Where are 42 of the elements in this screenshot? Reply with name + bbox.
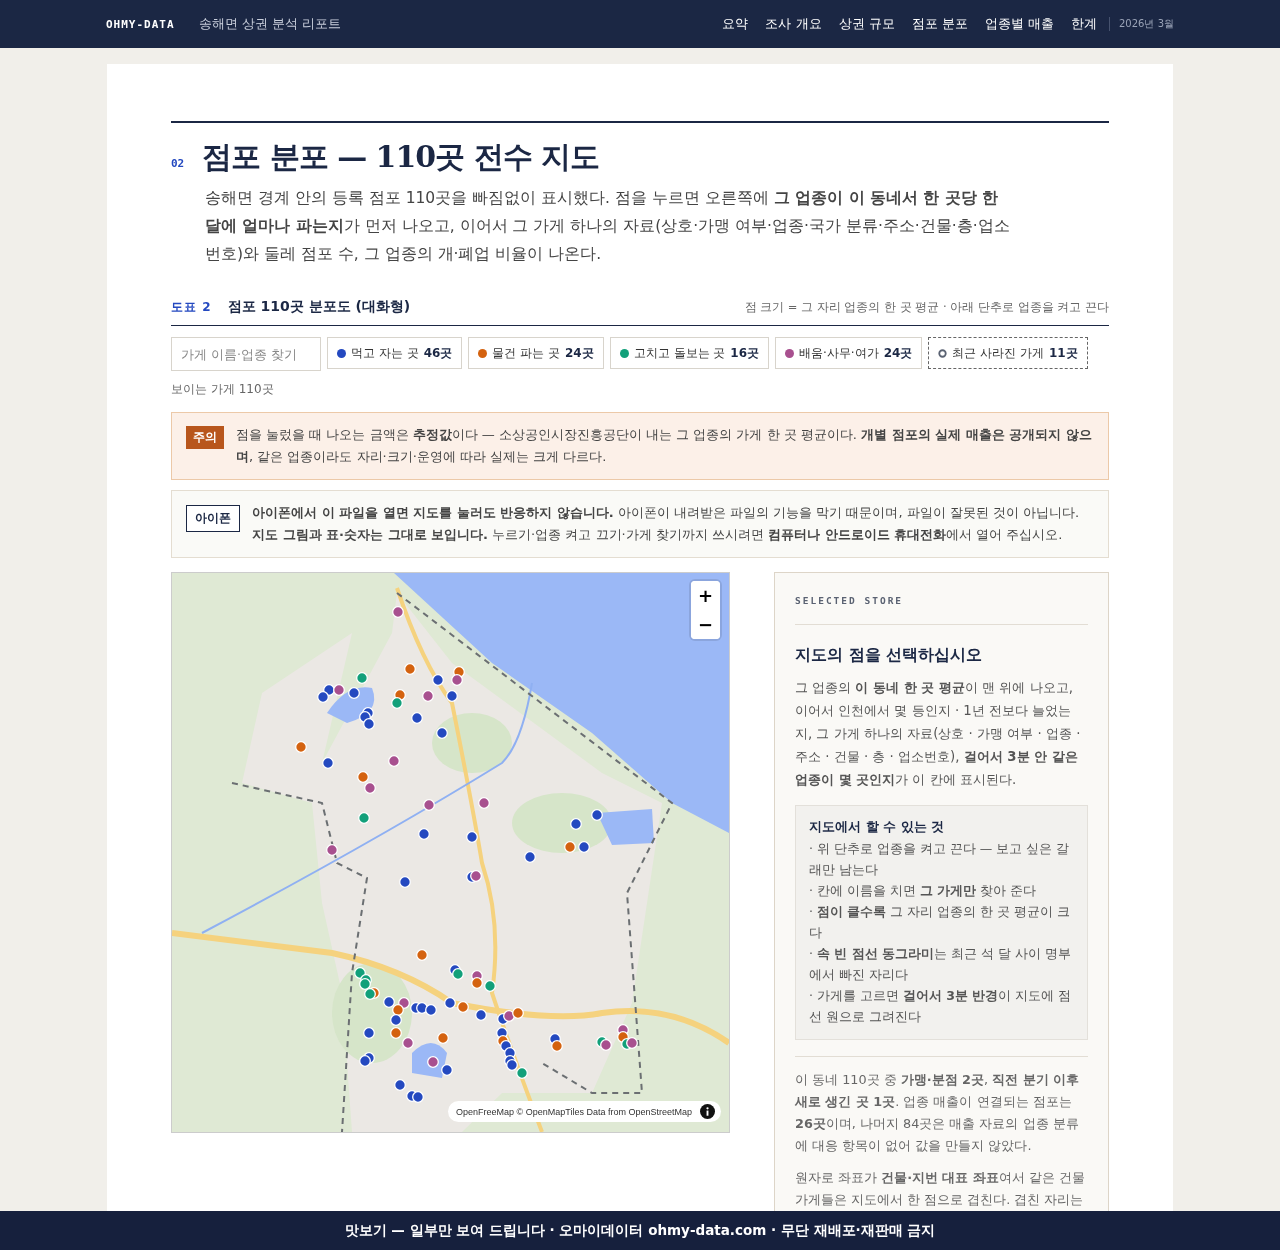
filter-toggle[interactable]: 먹고 자는 곳 46곳	[327, 337, 463, 369]
callout-badge: 주의	[186, 426, 224, 449]
report-title: 송해면 상권 분석 리포트	[198, 15, 341, 33]
store-map[interactable]: + − OpenFreeMap © OpenMapTiles Data from OpenStreetMap	[171, 572, 730, 1133]
nav-link[interactable]: 조사 개요	[765, 15, 822, 33]
filter-toggle[interactable]: 최근 사라진 가게 11곳	[928, 337, 1088, 369]
panel-intro: 그 업종의 이 동네 한 곳 평균이 맨 위에 나오고, 이어서 인천에서 몇 등인지 · 1년 전보다 늘었는지, 그 가게 하나의 자료(상호 · 가맹 여부 · 업종 · 주소 · 건물 · 층 · 업소번호), 걸어서 3분 안 같은 업종이 몇 곳인지가 이 칸에 표시된다.	[795, 679, 1082, 789]
tip-item: · 칸에 이름을 치면 그 가게만 찾아 준다	[809, 882, 1038, 900]
panel-note: 원자로 좌표가 건물·지번 대표 좌표여서 같은 건물 가게들은 지도에서 한 점으로 겹친다. 겹친 자리는	[795, 1169, 1087, 1209]
nav-link[interactable]: 점포 분포	[911, 15, 968, 33]
nav-link[interactable]: 업종별 매출	[984, 15, 1054, 33]
tip-item: · 점이 클수록 그 자리 업종의 한 곳 평균이 크다	[809, 903, 1072, 942]
callout-badge: 아이폰	[186, 505, 240, 532]
section-number: 02	[171, 157, 185, 170]
figure-title: 점포 110곳 분포도 (대화형)	[227, 298, 411, 316]
nav-link[interactable]: 요약	[722, 15, 749, 33]
tip-item: · 위 단추로 업종을 켜고 끈다 — 보고 싶은 갈래만 남는다	[809, 840, 1071, 879]
filter-toggle[interactable]: 배움·사무·여가 24곳	[775, 337, 923, 369]
tips-title: 지도에서 할 수 있는 것	[809, 818, 946, 836]
panel-note: 이 동네 110곳 중 가맹·분점 2곳, 직전 분기 이후 새로 생긴 곳 1곳. 업종 매출이 연결되는 점포는 26곳이며, 나머지 84곳은 매출 자료의 업종 분류에 대응 항목이 없어 값을 만들지 않았다.	[795, 1071, 1080, 1155]
tip-item: · 속 빈 점선 동그라미는 최근 석 달 사이 명부에서 빠진 자리다	[809, 945, 1072, 984]
callout-text: 아이폰에서 이 파일을 열면 지도를 눌러도 반응하지 않습니다. 아이폰이 내려받은 파일의 기능을 막기 때문이며, 파일이 잘못된 것이 아닙니다. 지도 그림과 표·숫자는 그대로 보입니다. 누르기·업종 켜고 끄기·가게 찾기까지 쓰시려면 컴퓨터나 안드로이드 휴대전화에서 열어 주십시오.	[252, 504, 1081, 544]
callout-text: 점을 눌렀을 때 나오는 금액은 추정값이다 — 소상공인시장진흥공단이 내는 그 업종의 가게 한 곳 평균이다. 개별 점포의 실제 매출은 공개되지 않으며, 같은 업종이라도 자리·크기·운영에 따라 실제는 크게 다르다.	[236, 426, 1093, 466]
figure-label: 도표 2	[171, 299, 212, 316]
search-field[interactable]: 가게 이름·업종 찾기	[171, 337, 321, 371]
nav-link[interactable]: 한계	[1071, 15, 1097, 33]
figure-note: 점 크기 = 그 자리 업종의 한 곳 평균 · 아래 단추로 업종을 켜고 끈다	[744, 300, 1109, 315]
report-date: 2026년 3월	[1109, 17, 1174, 31]
nav-link[interactable]: 상권 규모	[838, 15, 895, 33]
lead-paragraph: 송해면 경계 안의 등록 점포 110곳을 빠짐없이 표시했다. 점을 누르면 오른쪽에 그 업종이 이 동네서 한 곳당 한 달에 얼마나 파는지가 먼저 나오고, 이어서 그 가게 하나의 자료(상호·가맹 여부·업종·국가 분류·주소·건물·층·업소번호)와 둘레 점포 수, 그 업종의 개·폐업 비율이 나온다.	[205, 188, 1011, 265]
info-icon[interactable]	[700, 1104, 715, 1119]
filter-toggle[interactable]: 고치고 돌보는 곳 16곳	[609, 337, 770, 369]
tip-item: · 가게를 고르면 걸어서 3분 반경이 지도에 점선 원으로 그려진다	[809, 987, 1073, 1026]
panel-eyebrow: SELECTED STORE	[795, 595, 1088, 625]
section-title: 점포 분포 — 110곳 전수 지도	[202, 138, 600, 176]
preview-banner: 맛보기 — 일부만 보여 드립니다 · 오마이데이터 ohmy-data.com · 무단 재배포·재판매 금지	[0, 1211, 1280, 1250]
attribution-text[interactable]: OpenFreeMap © OpenMapTiles Data from OpenStreetMap	[456, 1106, 692, 1117]
panel-heading: 지도의 점을 선택하십시오	[795, 645, 984, 666]
filter-toggle[interactable]: 물건 파는 곳 24곳	[468, 337, 604, 369]
store-markers-drawing[interactable]	[295, 606, 638, 1103]
brand-logo[interactable]: OHMY-DATA	[106, 17, 175, 31]
visible-count: 보이는 가게 110곳	[171, 381, 275, 398]
